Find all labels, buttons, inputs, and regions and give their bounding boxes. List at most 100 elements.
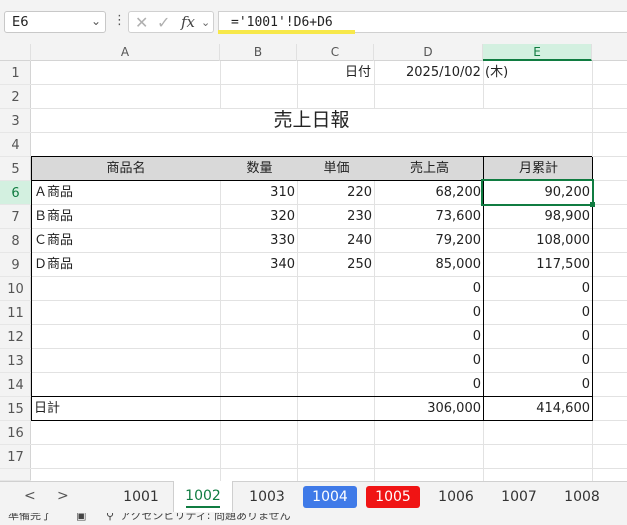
sheet-tab-1005[interactable]: 1005 <box>362 482 424 512</box>
name-box-value: E6 <box>12 15 29 30</box>
item-qty-cell[interactable]: 320 <box>221 205 298 229</box>
worksheet-grid[interactable]: 日付 2025/10/02 (木) 売上日報 商品名 数量 単価 売上高 月累計… <box>31 61 627 481</box>
header-product[interactable]: 商品名 <box>31 157 221 181</box>
fx-icon[interactable]: fx <box>181 13 195 31</box>
item-sales-cell[interactable]: 0 <box>375 301 484 325</box>
date-value-cell[interactable]: 2025/10/02 (木) <box>403 61 603 85</box>
item-monthly-cell[interactable]: 98,900 <box>484 205 593 229</box>
item-monthly-cell[interactable]: 0 <box>484 277 593 301</box>
sheet-tab-label: 1001 <box>123 489 159 505</box>
select-all-corner[interactable] <box>0 44 31 61</box>
sheet-tab-1001[interactable]: 1001 <box>110 482 172 512</box>
active-tab-underline <box>186 506 220 508</box>
row-header[interactable]: 9 <box>0 253 31 277</box>
row-header[interactable]: 15 <box>0 397 31 421</box>
column-headers: A B C D E <box>0 44 627 61</box>
row-headers: 1 2 3 4 5 6 7 8 9 10 11 12 13 14 15 16 1… <box>0 61 31 481</box>
item-sales-cell[interactable]: 68,200 <box>375 181 484 205</box>
item-name-cell[interactable]: Ａ商品 <box>31 181 221 205</box>
row-header[interactable]: 10 <box>0 277 31 301</box>
row-header[interactable] <box>0 469 31 481</box>
name-box[interactable]: E6 ⌄ <box>4 11 106 33</box>
item-sales-cell[interactable]: 0 <box>375 373 484 397</box>
sheet-tab-1004[interactable]: 1004 <box>299 482 361 512</box>
sheet-tab-label: 1005 <box>366 486 420 508</box>
sheet-tab-label: 1004 <box>303 486 357 508</box>
date-label-cell[interactable]: 日付 <box>297 61 375 85</box>
item-name-cell[interactable]: Ｃ商品 <box>31 229 221 253</box>
more-options-icon[interactable]: ⋮ <box>113 13 126 28</box>
item-price-cell[interactable]: 240 <box>298 229 375 253</box>
status-ready: 準備完了 <box>8 513 52 522</box>
sheet-tab-label: 1007 <box>501 489 537 505</box>
item-price-cell[interactable]: 250 <box>298 253 375 277</box>
item-sales-cell[interactable]: 0 <box>375 349 484 373</box>
report-title[interactable]: 売上日報 <box>31 109 592 133</box>
item-sales-cell[interactable]: 0 <box>375 325 484 349</box>
close-icon[interactable]: ✕ <box>135 13 148 32</box>
item-monthly-cell[interactable]: 108,000 <box>484 229 593 253</box>
tab-next-button[interactable]: > <box>57 488 69 504</box>
sheet-view-icon[interactable]: ▣ <box>76 513 86 523</box>
item-sales-cell[interactable]: 0 <box>375 277 484 301</box>
chevron-down-icon[interactable]: ⌄ <box>201 16 210 29</box>
item-qty-cell[interactable]: 340 <box>221 253 298 277</box>
row-header[interactable]: 4 <box>0 133 31 157</box>
item-monthly-cell[interactable]: 0 <box>484 325 593 349</box>
row-header[interactable]: 12 <box>0 325 31 349</box>
check-icon[interactable]: ✓ <box>157 13 170 32</box>
total-sales-cell[interactable]: 306,000 <box>375 397 484 421</box>
column-header-b[interactable]: B <box>220 44 297 61</box>
sheet-tab-1008[interactable]: 1008 <box>551 482 613 512</box>
sheet-tab-1002[interactable]: 1002 <box>173 481 233 512</box>
row-header[interactable]: 8 <box>0 229 31 253</box>
item-monthly-cell[interactable]: 117,500 <box>484 253 593 277</box>
item-monthly-cell[interactable]: 0 <box>484 301 593 325</box>
item-monthly-cell[interactable]: 90,200 <box>484 181 593 205</box>
sheet-tab-1007[interactable]: 1007 <box>488 482 550 512</box>
total-label-cell[interactable]: 日計 <box>31 397 221 421</box>
item-monthly-cell[interactable]: 0 <box>484 349 593 373</box>
accessibility-status[interactable]: アクセシビリティ: 問題ありません <box>120 513 291 523</box>
item-sales-cell[interactable]: 85,000 <box>375 253 484 277</box>
row-header[interactable]: 6 <box>0 181 31 205</box>
row-header[interactable]: 5 <box>0 157 31 181</box>
item-name-cell[interactable]: Ｂ商品 <box>31 205 221 229</box>
header-sales[interactable]: 売上高 <box>375 157 484 181</box>
chevron-down-icon[interactable]: ⌄ <box>91 14 101 28</box>
item-qty-cell[interactable]: 310 <box>221 181 298 205</box>
header-quantity[interactable]: 数量 <box>221 157 298 181</box>
sheet-tab-1003[interactable]: 1003 <box>236 482 298 512</box>
row-header[interactable]: 1 <box>0 61 31 85</box>
formula-text: ='1001'!D6+D6 <box>231 15 333 30</box>
item-monthly-cell[interactable]: 0 <box>484 373 593 397</box>
date-label: 日付 <box>344 65 371 80</box>
row-header[interactable]: 7 <box>0 205 31 229</box>
item-qty-cell[interactable]: 330 <box>221 229 298 253</box>
total-monthly-cell[interactable]: 414,600 <box>484 397 593 421</box>
item-name-cell[interactable]: Ｄ商品 <box>31 253 221 277</box>
row-header[interactable]: 11 <box>0 301 31 325</box>
sheet-tab-1006[interactable]: 1006 <box>425 482 487 512</box>
row-header[interactable]: 13 <box>0 349 31 373</box>
tab-prev-button[interactable]: < <box>24 488 36 504</box>
row-header[interactable]: 14 <box>0 373 31 397</box>
row-header[interactable]: 3 <box>0 109 31 133</box>
formula-bar: E6 ⌄ ⋮ ✕ ✓ fx ⌄ ='1001'!D6+D6 <box>0 0 627 44</box>
column-header-a[interactable]: A <box>31 44 220 61</box>
row-header[interactable]: 2 <box>0 85 31 109</box>
item-sales-cell[interactable]: 79,200 <box>375 229 484 253</box>
header-monthly-total[interactable]: 月累計 <box>484 157 593 181</box>
sheet-tab-label: 1002 <box>185 488 221 504</box>
row-header[interactable]: 16 <box>0 421 31 445</box>
item-sales-cell[interactable]: 73,600 <box>375 205 484 229</box>
item-price-cell[interactable]: 230 <box>298 205 375 229</box>
header-unit-price[interactable]: 単価 <box>298 157 375 181</box>
item-price-cell[interactable]: 220 <box>298 181 375 205</box>
column-header-e[interactable]: E <box>483 44 592 61</box>
column-header-d[interactable]: D <box>374 44 483 61</box>
row-header[interactable]: 17 <box>0 445 31 469</box>
column-header-f[interactable] <box>592 44 627 61</box>
column-header-c[interactable]: C <box>297 44 374 61</box>
accessibility-icon[interactable]: ⚲ <box>106 513 114 523</box>
